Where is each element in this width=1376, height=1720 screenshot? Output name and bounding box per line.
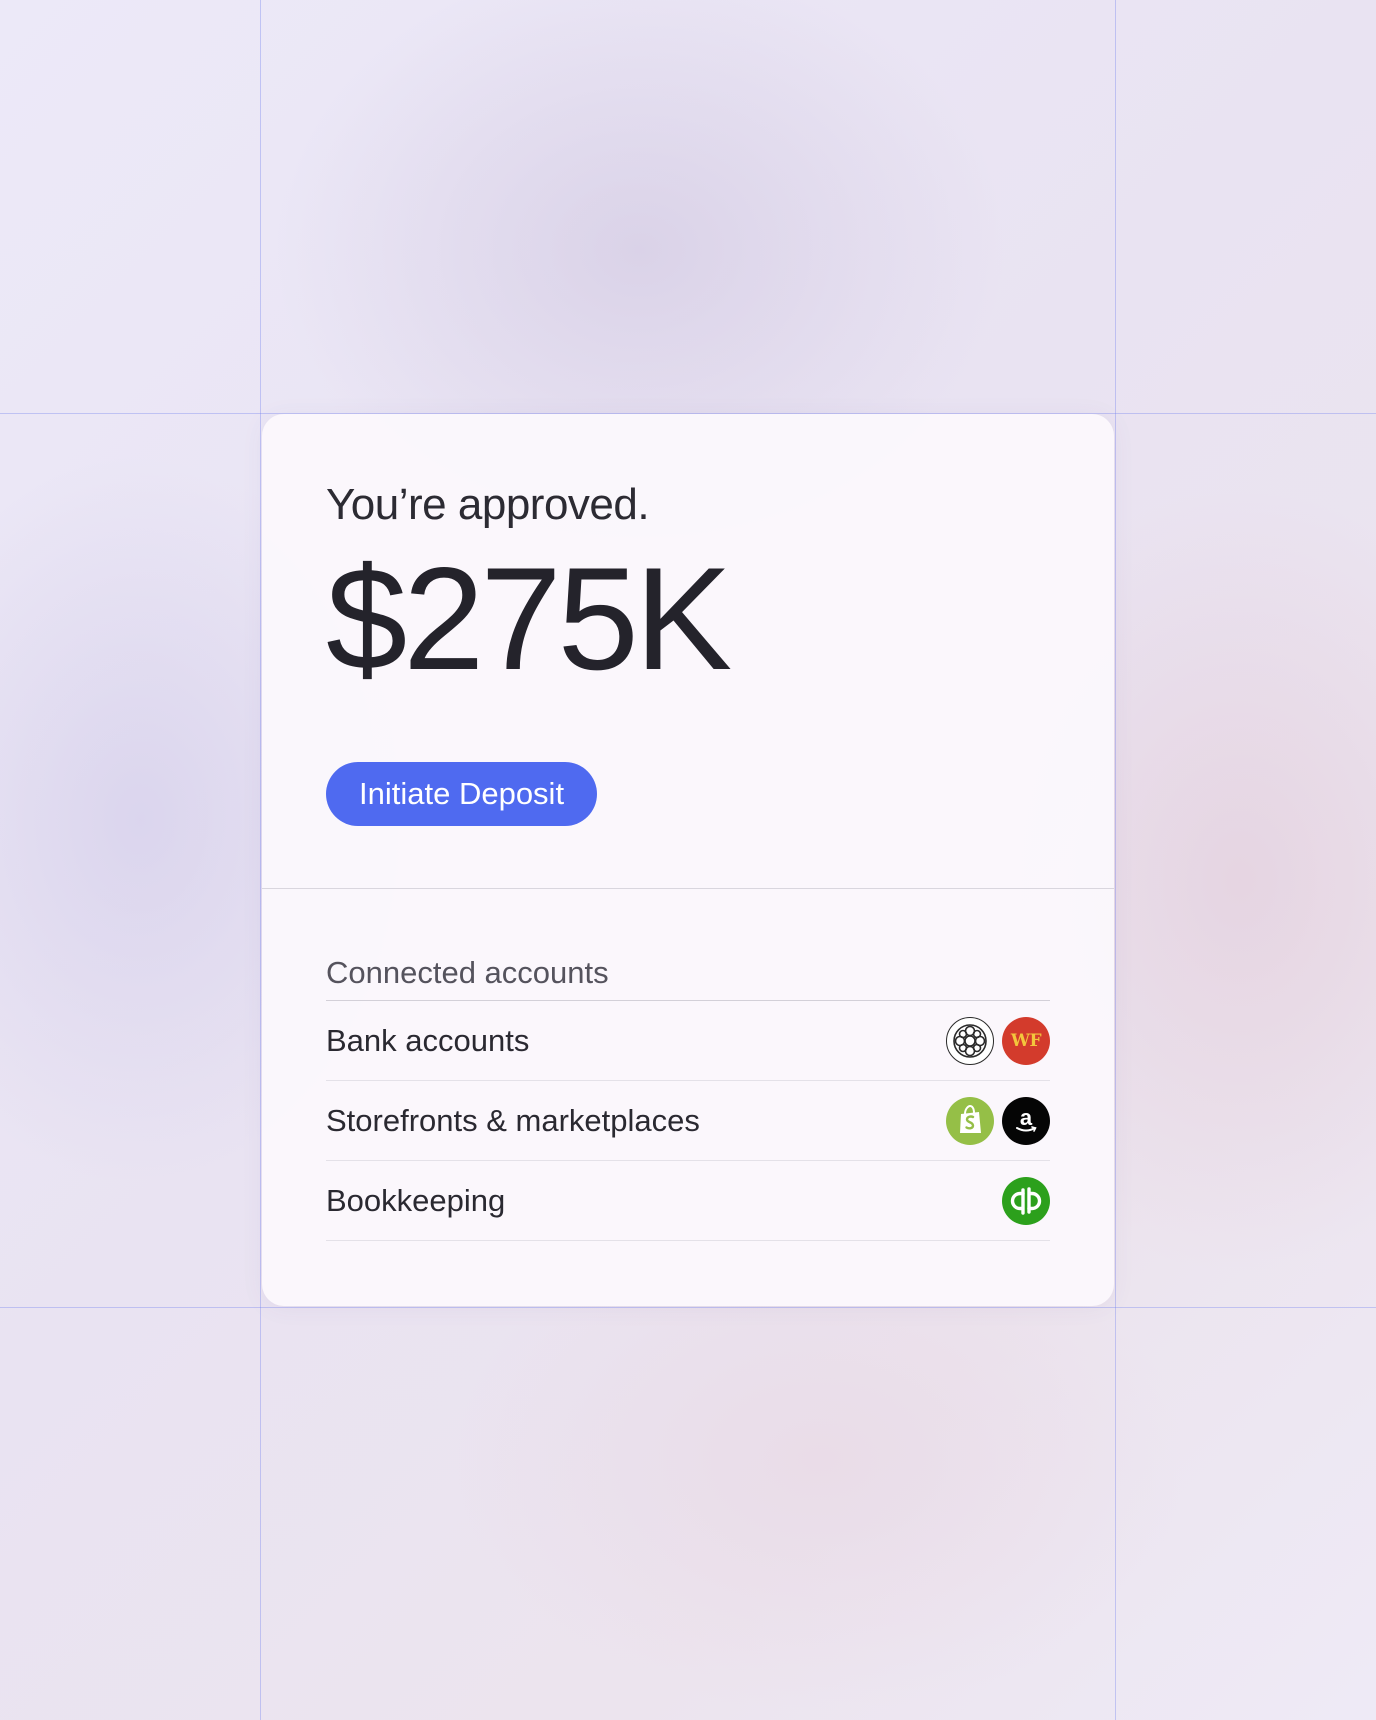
account-row-bookkeeping[interactable]: Bookkeeping — [326, 1161, 1050, 1241]
wells-fargo-icon: WF — [1002, 1016, 1050, 1065]
amazon-icon-letter: a — [1020, 1105, 1033, 1130]
amazon-icon: a — [1002, 1096, 1050, 1145]
approval-card: You’re approved. $275K Initiate Deposit … — [262, 414, 1114, 1306]
connected-accounts-section: Connected accounts Bank accounts WF Stor… — [326, 950, 1050, 1241]
approval-summary: You’re approved. $275K Initiate Deposit — [262, 414, 1114, 889]
account-row-storefronts[interactable]: Storefronts & marketplaces a — [326, 1081, 1050, 1161]
connected-accounts-heading: Connected accounts — [326, 950, 1050, 1001]
account-logos: a — [946, 1096, 1050, 1145]
quickbooks-icon — [1002, 1176, 1050, 1225]
grid-line-vertical-right — [1115, 0, 1116, 1720]
bank-seal-icon — [946, 1016, 994, 1065]
account-row-label: Bookkeeping — [326, 1182, 506, 1218]
initiate-deposit-button[interactable]: Initiate Deposit — [326, 762, 598, 826]
account-logos: WF — [946, 1016, 1050, 1065]
approval-message: You’re approved. — [326, 480, 650, 529]
account-logos — [1002, 1176, 1050, 1225]
account-row-label: Bank accounts — [326, 1022, 530, 1058]
approved-amount: $275K — [326, 537, 732, 700]
account-row-label: Storefronts & marketplaces — [326, 1102, 700, 1138]
account-row-bank-accounts[interactable]: Bank accounts WF — [326, 1001, 1050, 1081]
grid-line-horizontal-bottom — [0, 1307, 1376, 1308]
grid-line-vertical-left — [260, 0, 261, 1720]
shopify-icon — [946, 1096, 994, 1145]
